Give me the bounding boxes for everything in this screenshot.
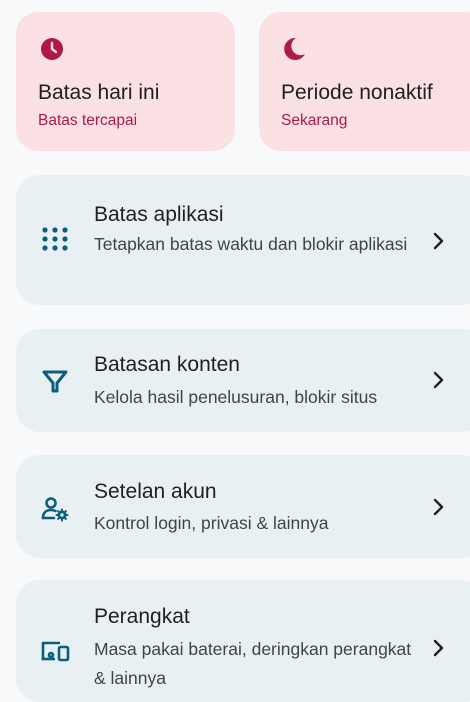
content-restrictions-item[interactable]: Batasan konten Kelola hasil penelusuran,… bbox=[16, 329, 470, 432]
moon-icon bbox=[284, 37, 305, 60]
chevron-right-icon bbox=[433, 371, 444, 389]
app-limits-item[interactable]: Batas aplikasi Tetapkan batas waktu dan … bbox=[16, 175, 470, 305]
apps-grid-icon bbox=[42, 227, 68, 251]
chevron-right-icon bbox=[433, 498, 444, 516]
account-settings-description: Kontrol login, privasi & lainnya bbox=[94, 513, 329, 533]
downtime-card[interactable]: Periode nonaktif Sekarang bbox=[259, 12, 470, 151]
downtime-status: Sekarang bbox=[281, 112, 348, 129]
devices-icon bbox=[41, 641, 70, 662]
today-limit-title: Batas hari ini bbox=[38, 81, 160, 104]
app-limits-title: Batas aplikasi bbox=[94, 203, 224, 226]
devices-item[interactable]: Perangkat Masa pakai baterai, deringkan … bbox=[16, 580, 470, 702]
downtime-title: Periode nonaktif bbox=[281, 81, 433, 104]
clock-icon bbox=[41, 38, 63, 60]
account-settings-icon bbox=[41, 497, 69, 522]
account-settings-item[interactable]: Setelan akun Kontrol login, privasi & la… bbox=[16, 455, 470, 558]
content-restrictions-description: Kelola hasil penelusuran, blokir situs bbox=[94, 387, 378, 407]
content-restrictions-title: Batasan konten bbox=[94, 353, 240, 376]
chevron-right-icon bbox=[433, 639, 444, 657]
family-link-screen: Batas hari ini Batas tercapai Periode no… bbox=[0, 0, 470, 702]
today-limit-card[interactable]: Batas hari ini Batas tercapai bbox=[16, 12, 235, 151]
devices-title: Perangkat bbox=[94, 605, 190, 628]
today-limit-status: Batas tercapai bbox=[38, 112, 138, 129]
account-settings-title: Setelan akun bbox=[94, 480, 217, 503]
chevron-right-icon bbox=[433, 232, 444, 250]
app-limits-description: Tetapkan batas waktu dan blokir aplikasi bbox=[94, 234, 408, 254]
filter-icon bbox=[42, 370, 68, 393]
devices-description: Masa pakai baterai, deringkan perangkat … bbox=[94, 639, 412, 688]
